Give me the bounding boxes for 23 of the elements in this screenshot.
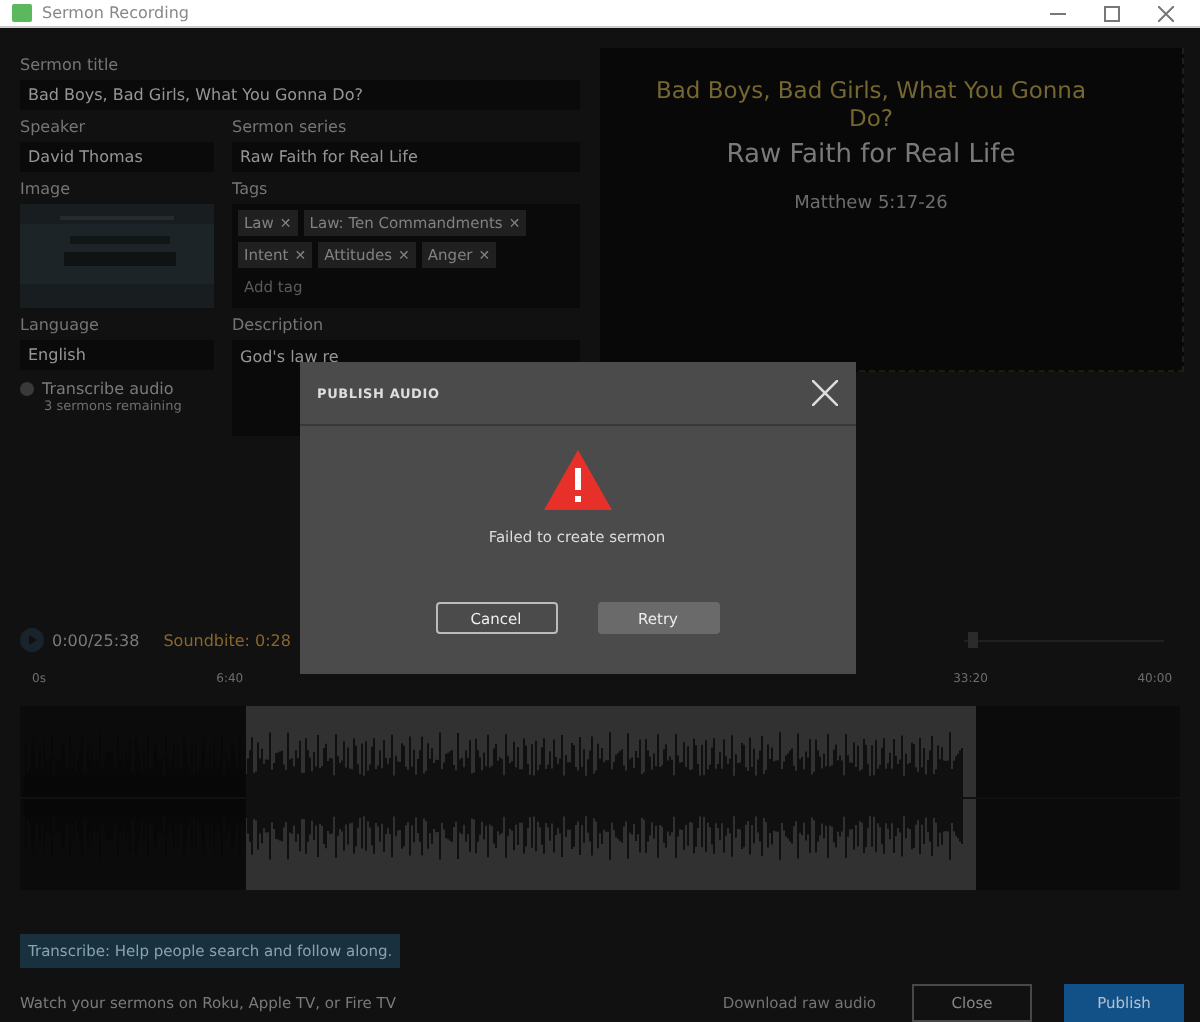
window-title: Sermon Recording <box>42 4 191 22</box>
slider-thumb[interactable] <box>968 631 978 647</box>
preview-title: Bad Boys, Bad Girls, What You Gonna Do? <box>653 76 1089 132</box>
field-label: Image <box>20 180 73 198</box>
close-icon[interactable] <box>811 380 837 406</box>
soundbite-time: Soundbite: 0:28 <box>163 631 293 649</box>
transcribe-checkbox[interactable] <box>20 382 34 396</box>
speaker-field[interactable]: David Thomas <box>20 142 214 172</box>
playback-time: 0:00/25:38 <box>52 631 140 649</box>
warning-icon <box>543 450 611 510</box>
field-label: Speaker <box>20 118 88 136</box>
field-label: Tags <box>232 180 270 198</box>
field-label: Sermon series <box>232 118 349 136</box>
series-field[interactable]: Raw Faith for Real Life <box>232 142 580 172</box>
preview-passage: Matthew 5:17-26 <box>794 194 948 214</box>
language-select[interactable]: English <box>20 340 214 370</box>
app-icon <box>12 4 32 22</box>
preview-series: Raw Faith for Real Life <box>726 140 1016 170</box>
title-field[interactable]: Bad Boys, Bad Girls, What You Gonna Do? <box>20 80 580 110</box>
field-label: Language <box>20 316 101 334</box>
field-label: Sermon title <box>20 56 121 74</box>
checkbox-label: Transcribe audio <box>42 380 174 398</box>
field-label: Description <box>232 316 326 334</box>
